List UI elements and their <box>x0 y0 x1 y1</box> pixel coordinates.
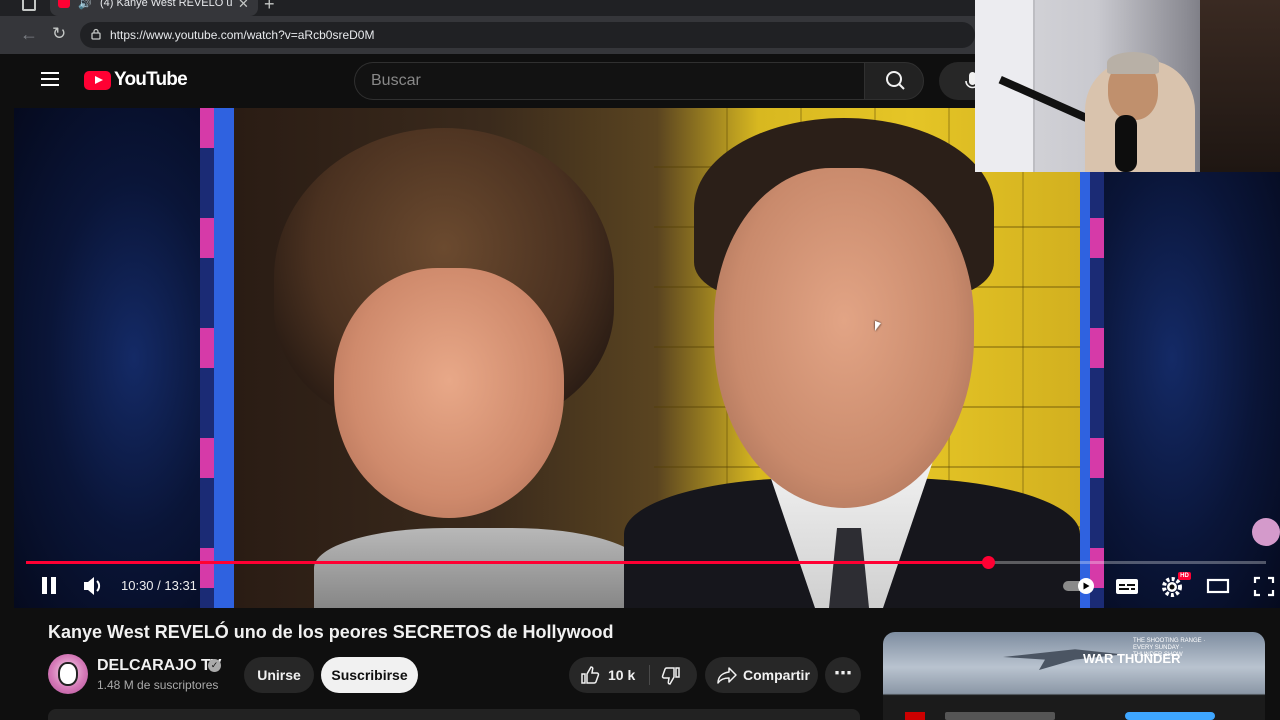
site-info-icon[interactable] <box>90 28 102 40</box>
video-player[interactable] <box>14 108 1280 608</box>
menu-icon[interactable] <box>41 72 59 86</box>
search-input[interactable] <box>371 72 841 90</box>
time-display: 10:30 / 13:31 <box>121 578 197 593</box>
like-divider <box>649 665 650 685</box>
tab-actions-icon[interactable] <box>22 0 36 11</box>
subtitles-icon[interactable] <box>1115 572 1139 600</box>
audio-playing-icon[interactable]: 🔊 <box>78 0 92 10</box>
youtube-play-logo-icon <box>84 71 111 90</box>
video-background-left <box>14 108 214 608</box>
subscribe-button[interactable]: Suscribirse <box>321 657 418 693</box>
close-tab-icon[interactable]: ✕ <box>238 0 249 12</box>
join-button[interactable]: Unirse <box>244 657 314 693</box>
person-left-face <box>334 268 564 518</box>
webcam-streamer-cap <box>1107 52 1159 74</box>
microphone-icon <box>965 72 980 89</box>
video-frame-strip-right <box>1080 108 1104 608</box>
webcam-closet <box>1200 0 1280 172</box>
channel-name[interactable]: DELCARAJO TV <box>97 657 221 675</box>
dislike-thumb-icon[interactable] <box>661 666 681 686</box>
youtube-logo-text: YouTube <box>114 69 188 90</box>
more-actions-button[interactable]: ⋯ <box>825 657 861 693</box>
browser-tab[interactable]: 🔊 (4) Kanye West REVELÓ uno de los peore… <box>50 0 258 16</box>
search-button[interactable] <box>864 62 924 100</box>
mouse-cursor-icon <box>875 320 881 334</box>
hd-badge: HD <box>1178 572 1191 580</box>
browser-toolbar: ← ↻ https://www.youtube.com/watch?v=aRcb… <box>0 16 980 54</box>
pause-button[interactable] <box>40 572 58 600</box>
person-right-face <box>714 168 974 508</box>
video-frame-strip-left <box>200 108 234 608</box>
new-tab-icon[interactable]: + <box>264 0 275 15</box>
youtube-logo[interactable]: YouTube <box>84 69 188 92</box>
webcam-microphone <box>1115 115 1137 172</box>
progress-bar[interactable] <box>26 556 1266 569</box>
avatar-face <box>58 662 78 686</box>
back-arrow-icon[interactable]: ← <box>20 24 38 45</box>
like-thumb-icon[interactable] <box>580 665 600 685</box>
share-button[interactable]: Compartir <box>705 657 818 693</box>
ad-tagline: THE SHOOTING RANGE · EVERY SUNDAY · THUN… <box>1133 638 1206 658</box>
voice-search-button[interactable] <box>939 62 980 100</box>
subscriber-count: 1.48 M de suscriptores <box>97 678 219 692</box>
video-frame-image <box>234 108 1080 608</box>
theater-mode-icon[interactable] <box>1206 572 1230 600</box>
url-text: https://www.youtube.com/watch?v=aRcb0sre… <box>110 28 375 42</box>
sponsored-ad-banner[interactable]: WAR THUNDER THE SHOOTING RANGE · EVERY S… <box>883 632 1265 720</box>
person-left-dress <box>314 528 644 608</box>
ad-footer-text <box>945 712 1055 720</box>
search-icon <box>886 71 905 90</box>
address-bar[interactable]: https://www.youtube.com/watch?v=aRcb0sre… <box>80 22 975 48</box>
channel-avatar[interactable] <box>48 654 88 694</box>
verified-check-icon: ✓ <box>208 659 221 672</box>
ad-footer-badge <box>905 712 925 720</box>
volume-icon[interactable] <box>82 572 104 600</box>
youtube-header: YouTube <box>14 54 980 108</box>
autoplay-toggle-icon[interactable] <box>1062 572 1096 600</box>
description-box[interactable] <box>48 709 860 720</box>
webcam-overlay <box>975 0 1280 172</box>
like-count[interactable]: 10 k <box>608 667 635 683</box>
video-title: Kanye West REVELÓ uno de los peores SECR… <box>48 622 614 642</box>
progress-played <box>26 561 989 564</box>
channel-watermark-icon[interactable] <box>1252 518 1280 546</box>
search-box <box>354 62 864 100</box>
tab-title: (4) Kanye West REVELÓ uno de los peores … <box>100 0 232 9</box>
share-label: Compartir <box>743 667 810 683</box>
fullscreen-icon[interactable] <box>1252 572 1276 600</box>
reload-icon[interactable]: ↻ <box>52 24 66 44</box>
youtube-favicon-icon <box>58 0 70 8</box>
share-arrow-icon <box>717 667 737 684</box>
ad-cta-button[interactable] <box>1125 712 1215 720</box>
like-dislike-group: 10 k <box>569 657 697 693</box>
